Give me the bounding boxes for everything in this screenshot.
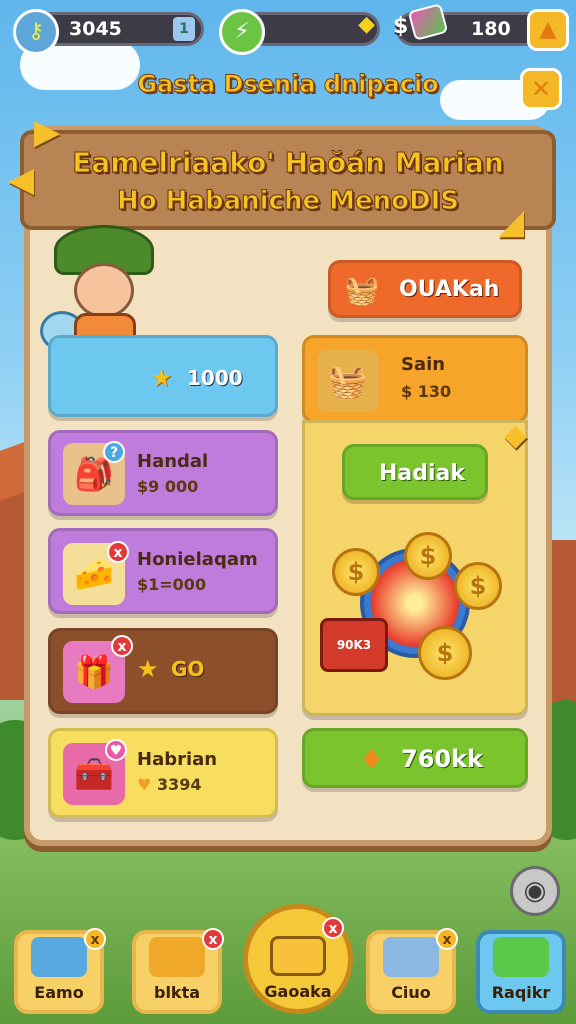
close-button[interactable]: ✕ bbox=[520, 68, 562, 110]
shop-item-coins[interactable]: ★ 1000 bbox=[48, 335, 278, 417]
badge-icon: x bbox=[436, 928, 458, 950]
nav-label: Eamo bbox=[34, 983, 84, 1002]
flame-icon: ♦ bbox=[359, 743, 385, 776]
coins-value: 3045 bbox=[69, 18, 122, 40]
item-label: Habrian bbox=[137, 749, 218, 770]
nav-label: Gaoaka bbox=[264, 982, 332, 1001]
hadiak-button[interactable]: Hadiak bbox=[342, 444, 488, 500]
badge-icon: ♥ bbox=[105, 739, 127, 761]
sale-label: Sain bbox=[401, 354, 446, 375]
badge-icon: x bbox=[322, 917, 344, 939]
item-price: GO bbox=[171, 657, 205, 681]
page-subtitle: Gasta Dsenia dnipacio bbox=[137, 70, 439, 99]
puzzle-icon bbox=[149, 937, 205, 977]
arrow-down-right-icon: ◢ bbox=[498, 202, 525, 242]
ticket-icon: ◆ bbox=[504, 418, 528, 453]
item-price: 3394 bbox=[157, 775, 202, 794]
shop-item-honielaqam[interactable]: 🧀 Honielaqam $1=000 x bbox=[48, 528, 278, 614]
coin-icon: $ bbox=[404, 532, 452, 580]
rank-icon bbox=[493, 937, 549, 977]
special-offer-label: OUAKah bbox=[399, 277, 500, 302]
arrow-left-icon: ◀ bbox=[8, 160, 35, 200]
buy-bundle-button[interactable]: ♦ 760kk bbox=[302, 728, 528, 788]
treasure-chest: 90K3 bbox=[320, 618, 388, 672]
banner-subtitle: Ho Habaniche MenoDIS bbox=[116, 186, 460, 217]
nav-home[interactable]: Eamo x bbox=[14, 928, 106, 1014]
item-price: $1=000 bbox=[137, 575, 207, 594]
face bbox=[74, 263, 134, 318]
badge-icon: x bbox=[202, 928, 224, 950]
item-label: Honielaqam bbox=[137, 549, 258, 570]
badge-icon: x bbox=[107, 541, 129, 563]
coin-icon: $ bbox=[454, 562, 502, 610]
badge-icon: ? bbox=[103, 441, 125, 463]
bottom-nav: Eamo x blkta x Gaoaka x Ciuo x Raqikr bbox=[10, 904, 566, 1014]
shop-banner: Eamelriaako' Haŏán Marian Ho Habaniche M… bbox=[20, 130, 556, 230]
toolbox-icon: 🧺 bbox=[317, 350, 379, 412]
badge-icon: x bbox=[111, 635, 133, 657]
tool-icon bbox=[383, 937, 439, 977]
nav-label: blkta bbox=[153, 983, 201, 1002]
item-price: 1000 bbox=[187, 366, 243, 390]
gem-stack-icon bbox=[407, 3, 449, 41]
add-gems-button[interactable]: ▲ bbox=[527, 9, 569, 51]
special-offer-button[interactable]: 🧺 OUAKah bbox=[328, 260, 522, 318]
bucket-icon bbox=[270, 936, 326, 976]
sale-price: $ 130 bbox=[401, 382, 452, 401]
arrow-down-left-icon: ▶ bbox=[34, 112, 61, 152]
energy-counter[interactable]: ⚡ ◆ bbox=[219, 9, 380, 55]
nav-tools[interactable]: Ciuo x bbox=[366, 928, 458, 1014]
gem-icon: ◆ bbox=[358, 12, 375, 37]
nav-label: Raqikr bbox=[491, 983, 551, 1002]
buy-bundle-price: 760kk bbox=[401, 745, 484, 773]
energy-icon: ⚡ bbox=[219, 9, 265, 55]
nav-label: Ciuo bbox=[391, 983, 431, 1002]
gift-basket-icon: 🧺 bbox=[344, 273, 380, 307]
gems-value: 180 bbox=[471, 18, 511, 40]
shop-item-sale[interactable]: 🧺 Sain $ 130 bbox=[302, 335, 528, 423]
shop-item-habrian[interactable]: 🧰 Habrian ♥ 3394 ♥ bbox=[48, 728, 278, 818]
item-label: Handal bbox=[137, 451, 209, 472]
heart-icon: ♥ bbox=[137, 775, 152, 794]
gems-counter[interactable]: $ 180 ▲ bbox=[393, 3, 569, 51]
banner-title: Eamelriaako' Haŏán Marian bbox=[72, 146, 505, 180]
badge-icon: x bbox=[84, 928, 106, 950]
key-icon: ⚷ bbox=[13, 9, 59, 55]
star-icon: ★ bbox=[151, 364, 173, 392]
hadiak-label: Hadiak bbox=[379, 461, 466, 486]
dollar-symbol: $ bbox=[393, 14, 409, 39]
shop-item-handal[interactable]: 🎒 Handal $9 000 ? bbox=[48, 430, 278, 516]
top-resource-bar: ⚷ 3045 1 ⚡ ◆ $ 180 ▲ bbox=[10, 3, 569, 55]
nav-shop[interactable]: Gaoaka x bbox=[243, 904, 353, 1014]
nav-puzzle[interactable]: blkta x bbox=[132, 928, 224, 1014]
nav-rank[interactable]: Raqikr bbox=[476, 930, 566, 1014]
star-icon: ★ bbox=[137, 655, 159, 683]
coin-icon: $ bbox=[332, 548, 380, 596]
tag-icon: 1 bbox=[173, 17, 195, 41]
house-icon bbox=[31, 937, 87, 977]
coin-icon: $ bbox=[418, 626, 472, 680]
coins-counter[interactable]: ⚷ 3045 1 bbox=[13, 9, 204, 55]
item-price: $9 000 bbox=[137, 477, 199, 496]
shop-item-gift[interactable]: 🎁 ★ GO x bbox=[48, 628, 278, 714]
